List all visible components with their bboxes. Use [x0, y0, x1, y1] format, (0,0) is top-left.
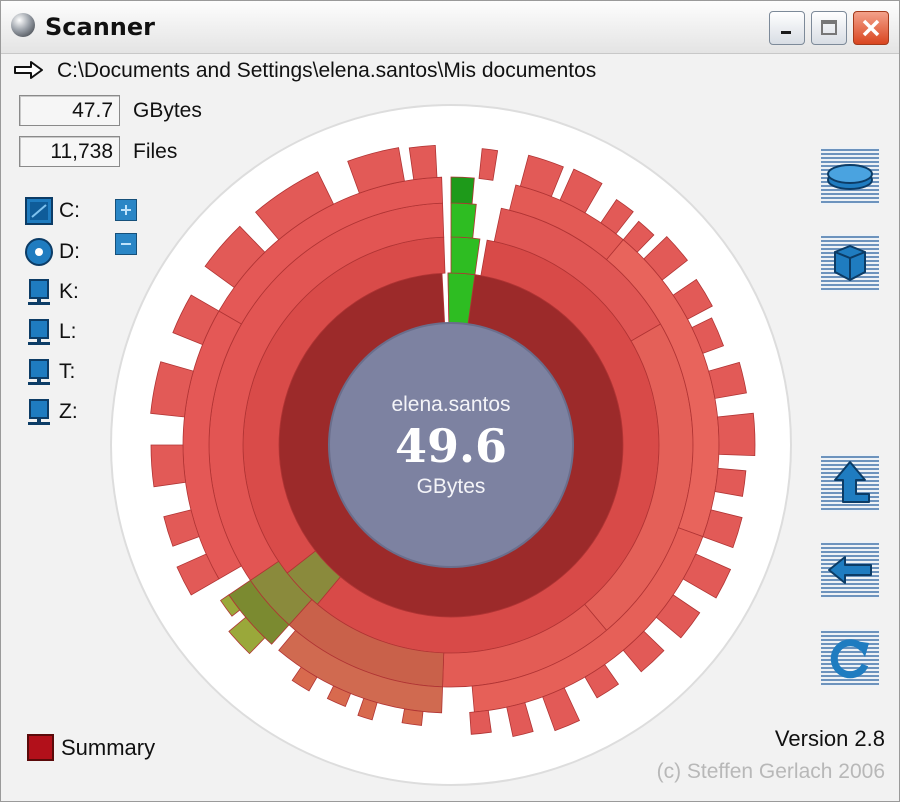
back-button[interactable]	[821, 541, 879, 599]
up-folder-icon	[834, 461, 870, 503]
summary-label: Summary	[61, 734, 156, 760]
subfolder-spike[interactable]	[401, 708, 424, 726]
subfolder-spike[interactable]	[408, 144, 438, 181]
center-size-value: 49.6	[394, 419, 508, 473]
selected-folder-segment[interactable]	[450, 176, 475, 205]
subfolder-spike[interactable]	[714, 467, 747, 497]
subfolder-spike[interactable]	[469, 709, 492, 735]
disk-icon	[827, 164, 873, 190]
subfolder-spike[interactable]	[150, 444, 187, 488]
subfolder-spike[interactable]	[717, 412, 756, 457]
center-size-unit: GBytes	[416, 475, 486, 498]
box-button[interactable]	[821, 234, 879, 292]
summary-swatch	[27, 734, 54, 761]
refresh-icon	[830, 639, 869, 679]
center-folder-name: elena.santos	[391, 393, 511, 416]
summary-legend[interactable]: Summary	[27, 734, 155, 761]
up-folder-button[interactable]	[821, 454, 879, 512]
box-icon	[834, 244, 866, 282]
disk-button[interactable]	[821, 147, 879, 205]
version-label: Version 2.8	[774, 726, 885, 751]
back-arrow-icon	[828, 556, 872, 584]
refresh-button[interactable]	[821, 629, 879, 687]
copyright-label: (c) Steffen Gerlach 2006	[656, 760, 885, 783]
selected-folder-segment[interactable]	[450, 236, 481, 276]
selected-folder-segment[interactable]	[450, 202, 477, 239]
scanner-window: Scanner C:\Documents and Settings\elena.…	[0, 0, 900, 802]
